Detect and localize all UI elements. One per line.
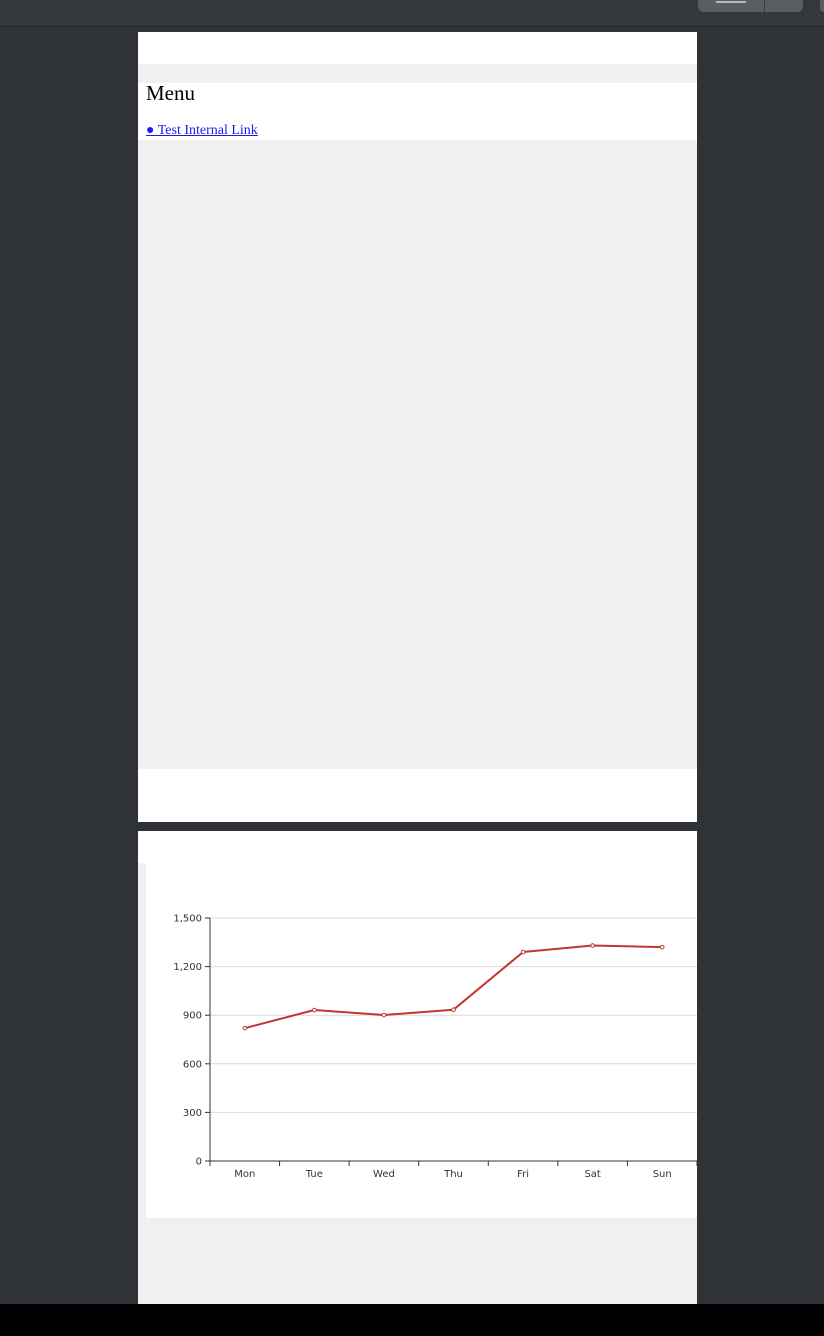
line-chart-svg: 0 300 600 900 1,200 1,500 Mon Tue Wed Thu Fri Sat Su… <box>173 914 697 1180</box>
menu-title: Menu <box>146 81 195 105</box>
y-tick-label: 900 <box>183 1011 202 1022</box>
pen-icon <box>715 1 747 3</box>
window-toolbar <box>0 0 824 27</box>
x-tick-label: Wed <box>373 1169 395 1180</box>
test-internal-link[interactable]: ● Test Internal Link <box>146 123 258 139</box>
line-chart: 0 300 600 900 1,200 1,500 Mon Tue Wed Thu Fri Sat Su… <box>146 863 697 1218</box>
x-tick-label: Mon <box>234 1169 255 1180</box>
x-tick-label: Fri <box>517 1169 529 1180</box>
x-tick-label: Sun <box>653 1169 672 1180</box>
data-point <box>590 943 595 948</box>
data-point <box>242 1025 248 1031</box>
x-tick-label: Thu <box>443 1169 463 1180</box>
header-band <box>138 64 697 83</box>
toolbar-button[interactable] <box>698 0 765 12</box>
page-content-area <box>138 140 697 769</box>
data-point <box>451 1007 456 1012</box>
y-tick-label: 300 <box>183 1108 202 1119</box>
data-point <box>381 1012 387 1018</box>
x-tick-label: Sat <box>584 1169 600 1180</box>
x-tick-label: Tue <box>305 1169 323 1180</box>
data-point <box>520 949 526 955</box>
data-point <box>312 1007 317 1013</box>
series-line <box>244 944 663 1030</box>
data-point <box>659 944 665 950</box>
page-2-header <box>138 831 697 863</box>
y-tick-label: 1,200 <box>173 962 202 973</box>
y-tick-label: 1,500 <box>173 914 202 925</box>
bottom-bar <box>0 1304 824 1336</box>
y-tick-label: 600 <box>183 1059 202 1070</box>
toolbar-button-group <box>698 0 803 12</box>
y-tick-label: 0 <box>196 1157 202 1168</box>
document-page-1: Menu ● Test Internal Link <box>138 32 697 822</box>
document-page-2: 0 300 600 900 1,200 1,500 Mon Tue Wed Thu Fri Sat Su… <box>138 831 697 1304</box>
toolbar-edge-button[interactable] <box>820 0 824 12</box>
